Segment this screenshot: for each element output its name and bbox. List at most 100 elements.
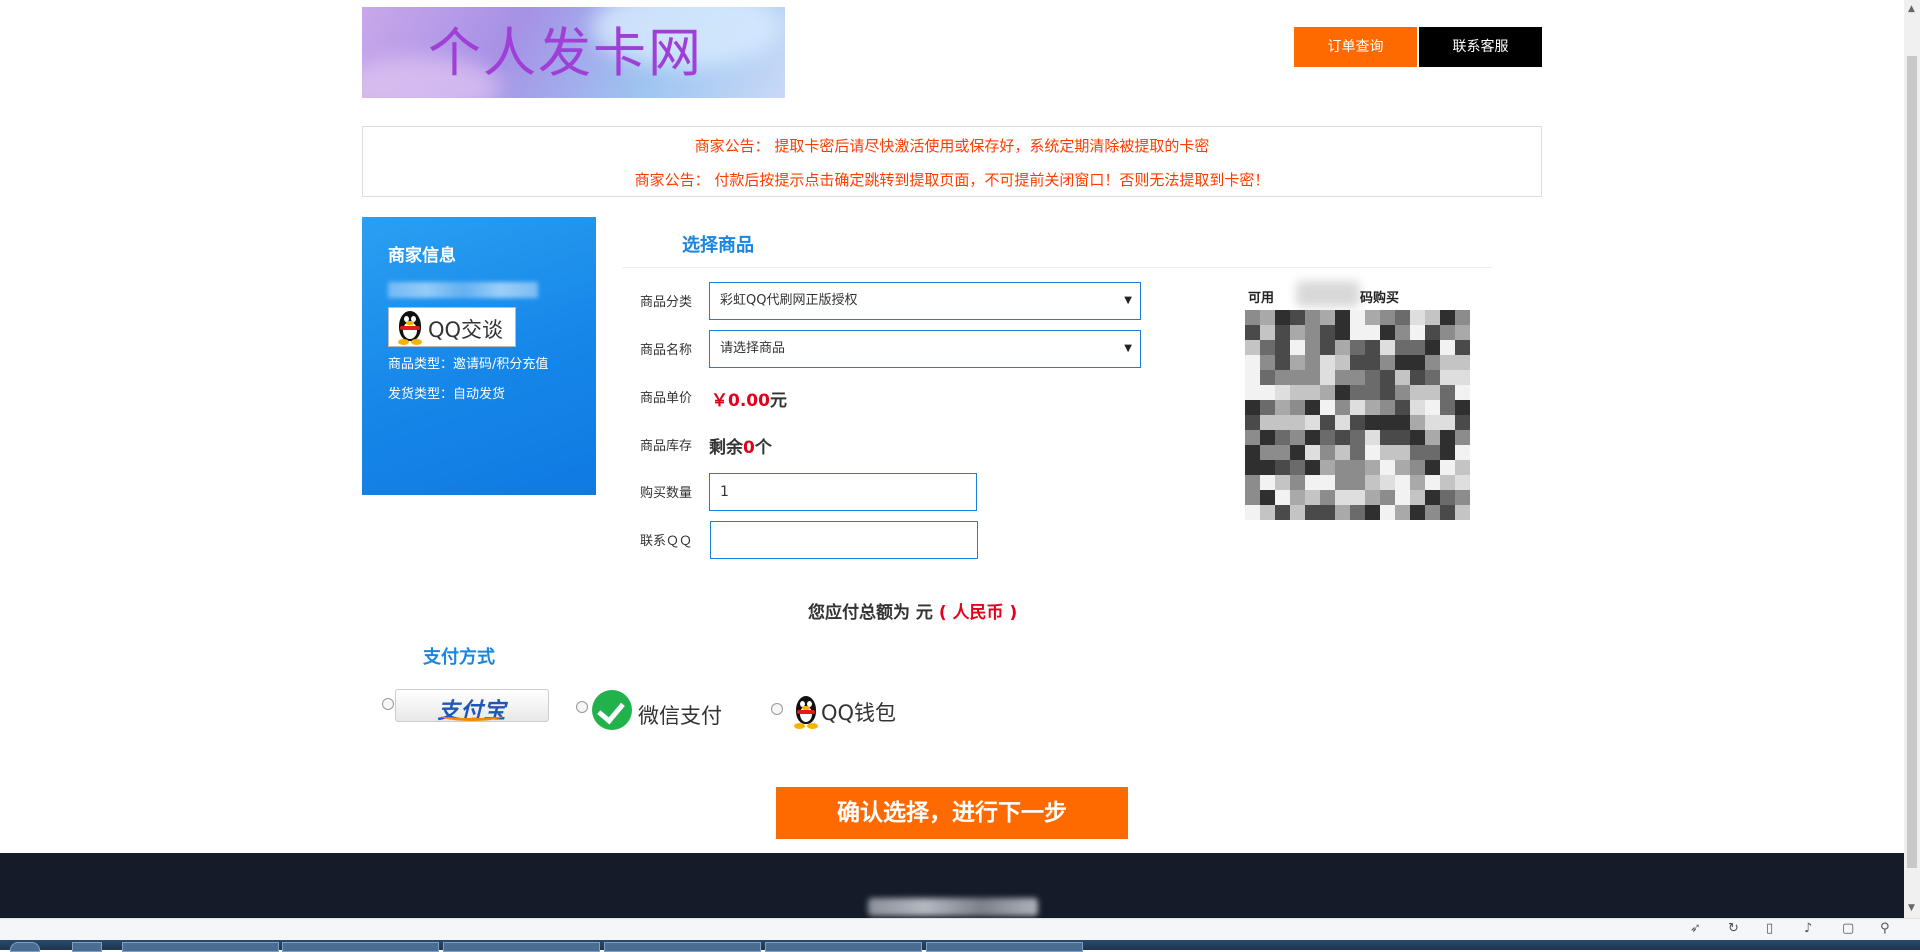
- alipay-option[interactable]: 支付宝: [395, 689, 549, 724]
- qr-pixel: [1260, 340, 1275, 355]
- qr-pixel: [1305, 325, 1320, 340]
- qr-pixel: [1290, 415, 1305, 430]
- qr-pixel: [1260, 400, 1275, 415]
- qr-pixel: [1395, 415, 1410, 430]
- qq-chat-button[interactable]: QQ交谈: [388, 307, 516, 347]
- scroll-down-icon[interactable]: ▼: [1908, 903, 1915, 913]
- qr-pixel: [1440, 325, 1455, 340]
- qr-pixel: [1305, 355, 1320, 370]
- contact-service-button[interactable]: 联系客服: [1419, 27, 1542, 67]
- qr-pixel: [1350, 340, 1365, 355]
- qr-pixel: [1260, 430, 1275, 445]
- qr-caption-left: 可用: [1248, 291, 1275, 306]
- qq-wallet-radio[interactable]: [771, 703, 783, 715]
- qr-pixel: [1350, 400, 1365, 415]
- qr-pixel: [1440, 460, 1455, 475]
- qq-wallet-label[interactable]: QQ钱包: [821, 697, 896, 727]
- qr-pixel: [1245, 475, 1260, 490]
- trash-icon[interactable]: ▯: [1766, 921, 1773, 936]
- start-button[interactable]: [10, 942, 40, 952]
- confirm-next-step-button[interactable]: 确认选择，进行下一步: [776, 787, 1128, 839]
- rocket-icon[interactable]: ➶: [1690, 921, 1701, 936]
- wechat-radio[interactable]: [576, 701, 588, 713]
- section-divider: [622, 267, 1492, 268]
- qr-pixel: [1380, 355, 1395, 370]
- qr-pixel: [1275, 445, 1290, 460]
- browser-status-bar: ➶ ↻ ▯ ♪ ▢ ⚲: [0, 918, 1920, 940]
- contact-qq-input[interactable]: [710, 521, 978, 559]
- qr-pixel: [1245, 325, 1260, 340]
- scrollbar-thumb[interactable]: [1907, 56, 1917, 868]
- taskbar-app-6[interactable]: [765, 942, 922, 952]
- zoom-icon[interactable]: ⚲: [1880, 921, 1890, 936]
- qr-pixel: [1260, 475, 1275, 490]
- qr-pixel: [1335, 370, 1350, 385]
- order-query-button[interactable]: 订单查询: [1294, 27, 1417, 67]
- qr-pixel: [1350, 415, 1365, 430]
- qr-pixel: [1275, 490, 1290, 505]
- qr-pixel: [1455, 355, 1470, 370]
- qr-pixel: [1365, 430, 1380, 445]
- qr-pixel: [1425, 430, 1440, 445]
- taskbar-app-5[interactable]: [604, 942, 761, 952]
- site-logo[interactable]: 个人发卡网: [362, 7, 785, 98]
- qr-pixel: [1380, 385, 1395, 400]
- refresh-icon[interactable]: ↻: [1728, 921, 1739, 936]
- qr-pixel: [1290, 385, 1305, 400]
- taskbar-app-4[interactable]: [443, 942, 600, 952]
- qr-pixel: [1395, 400, 1410, 415]
- wechat-pay-icon: [592, 690, 632, 730]
- qr-pixel: [1290, 505, 1305, 520]
- chevron-down-icon: ▼: [1124, 343, 1132, 354]
- category-select[interactable]: 彩虹QQ代刷网正版授权 ▼: [709, 282, 1141, 320]
- qr-pixel: [1440, 355, 1455, 370]
- wechat-pay-label[interactable]: 微信支付: [638, 700, 722, 730]
- taskbar-app-3[interactable]: [282, 942, 439, 952]
- qr-pixel: [1410, 445, 1425, 460]
- qr-pixel: [1440, 475, 1455, 490]
- price-display: ￥0.00元: [711, 386, 787, 411]
- qr-pixel: [1260, 445, 1275, 460]
- qr-pixel: [1350, 505, 1365, 520]
- qr-pixel: [1305, 475, 1320, 490]
- qr-pixel: [1440, 310, 1455, 325]
- qr-pixel: [1245, 370, 1260, 385]
- qr-pixel: [1245, 445, 1260, 460]
- page-scrollbar[interactable]: ▲ ▼: [1904, 0, 1920, 918]
- alipay-radio[interactable]: [382, 698, 394, 710]
- window-icon[interactable]: ▢: [1842, 921, 1854, 936]
- qq-penguin-icon: [395, 311, 425, 345]
- quantity-label: 购买数量: [640, 486, 693, 501]
- taskbar-app-7[interactable]: [926, 942, 1083, 952]
- qr-pixel: [1260, 415, 1275, 430]
- qr-caption-redaction: [1296, 281, 1360, 307]
- scroll-up-icon[interactable]: ▲: [1908, 4, 1915, 14]
- logo-text: 个人发卡网: [428, 23, 703, 84]
- qr-pixel: [1275, 340, 1290, 355]
- qr-pixel: [1275, 505, 1290, 520]
- qr-pixel: [1380, 505, 1395, 520]
- qr-pixel: [1455, 460, 1470, 475]
- qr-pixel: [1410, 325, 1425, 340]
- qr-pixel: [1260, 370, 1275, 385]
- qr-pixel: [1395, 340, 1410, 355]
- qr-pixel: [1335, 490, 1350, 505]
- qr-pixel: [1455, 475, 1470, 490]
- quantity-input[interactable]: 1: [709, 473, 977, 511]
- qr-pixel: [1425, 370, 1440, 385]
- qr-pixel: [1320, 310, 1335, 325]
- taskbar-app-1[interactable]: [72, 942, 102, 952]
- qr-pixel: [1380, 445, 1395, 460]
- qr-pixel: [1395, 310, 1410, 325]
- qr-pixel: [1380, 415, 1395, 430]
- product-name-select[interactable]: 请选择商品 ▼: [709, 330, 1141, 368]
- qr-pixel: [1440, 400, 1455, 415]
- qr-pixel: [1320, 490, 1335, 505]
- notice-line-1: 商家公告： 提取卡密后请尽快激活使用或保存好，系统定期清除被提取的卡密: [694, 137, 1210, 155]
- qr-pixel: [1395, 370, 1410, 385]
- taskbar-app-2[interactable]: [122, 942, 279, 952]
- qr-pixel: [1275, 460, 1290, 475]
- qr-pixel: [1320, 355, 1335, 370]
- speaker-icon[interactable]: ♪: [1804, 921, 1812, 936]
- qr-pixel: [1350, 490, 1365, 505]
